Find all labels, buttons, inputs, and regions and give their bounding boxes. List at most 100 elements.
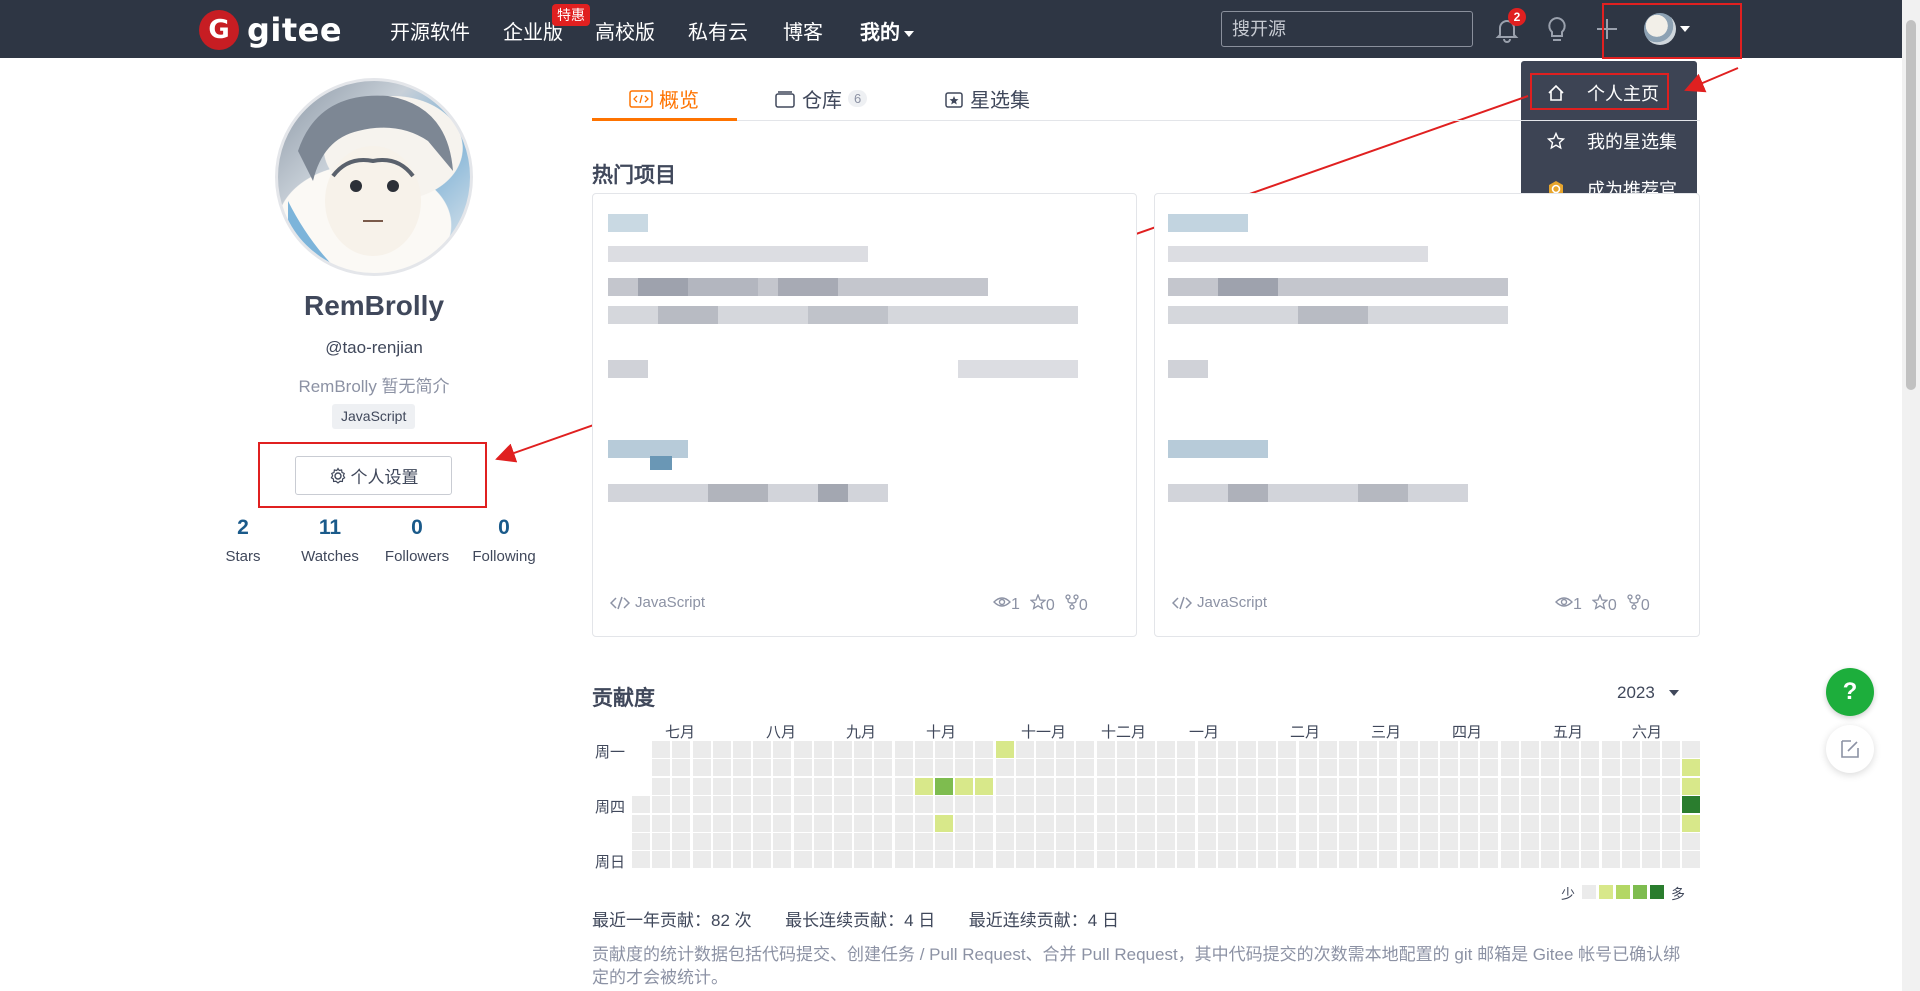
contribution-cell[interactable]	[1359, 833, 1377, 850]
contribution-cell[interactable]	[1076, 778, 1094, 795]
contribution-cell[interactable]	[1480, 759, 1498, 776]
contribution-cell[interactable]	[1581, 759, 1599, 776]
contribution-cell[interactable]	[1541, 833, 1559, 850]
contribution-cell[interactable]	[1137, 778, 1155, 795]
contribution-cell[interactable]	[1480, 741, 1498, 758]
contribution-cell[interactable]	[1198, 815, 1216, 832]
contribution-cell[interactable]	[935, 796, 953, 813]
contribution-cell[interactable]	[1541, 741, 1559, 758]
contribution-cell[interactable]	[1299, 833, 1317, 850]
contribution-cell[interactable]	[1076, 833, 1094, 850]
contribution-cell[interactable]	[1521, 741, 1539, 758]
contribution-cell[interactable]	[1602, 833, 1620, 850]
contribution-cell[interactable]	[1682, 833, 1700, 850]
contribution-cell[interactable]	[1541, 759, 1559, 776]
contribution-cell[interactable]	[1016, 815, 1034, 832]
contribution-cell[interactable]	[915, 815, 933, 832]
contribution-cell[interactable]	[1056, 741, 1074, 758]
fork-count[interactable]: 0	[1627, 594, 1650, 615]
contribution-cell[interactable]	[854, 778, 872, 795]
contribution-cell[interactable]	[854, 833, 872, 850]
contribution-cell[interactable]	[1662, 741, 1680, 758]
contribution-cell[interactable]	[1379, 796, 1397, 813]
contribution-cell[interactable]	[1177, 851, 1195, 868]
contribution-cell[interactable]	[1622, 833, 1640, 850]
contribution-cell[interactable]	[955, 796, 973, 813]
contribution-cell[interactable]	[1258, 851, 1276, 868]
contribution-cell[interactable]	[874, 741, 892, 758]
contribution-cell[interactable]	[1137, 851, 1155, 868]
contribution-cell[interactable]	[1400, 815, 1418, 832]
contribution-cell[interactable]	[1682, 851, 1700, 868]
contribution-cell[interactable]	[1420, 851, 1438, 868]
contribution-cell[interactable]	[1177, 796, 1195, 813]
contribution-cell[interactable]	[1339, 833, 1357, 850]
contribution-cell[interactable]	[895, 759, 913, 776]
contribution-cell[interactable]	[1056, 778, 1074, 795]
contribution-cell[interactable]	[1218, 778, 1236, 795]
contribution-cell[interactable]	[1177, 778, 1195, 795]
contribution-cell[interactable]	[996, 759, 1014, 776]
contribution-cell[interactable]	[1561, 796, 1579, 813]
contribution-cell[interactable]	[773, 759, 791, 776]
contribution-cell[interactable]	[672, 759, 690, 776]
contribution-cell[interactable]	[1117, 851, 1135, 868]
contribution-cell[interactable]	[1379, 741, 1397, 758]
contribution-cell[interactable]	[672, 833, 690, 850]
contribution-cell[interactable]	[672, 741, 690, 758]
contribution-cell[interactable]	[1642, 815, 1660, 832]
contribution-cell[interactable]	[1561, 815, 1579, 832]
contribution-cell[interactable]	[1097, 759, 1115, 776]
contribution-cell[interactable]	[1319, 796, 1337, 813]
contribution-cell[interactable]	[1420, 741, 1438, 758]
contribution-cell[interactable]	[996, 741, 1014, 758]
contribution-cell[interactable]	[1157, 778, 1175, 795]
contribution-cell[interactable]	[935, 815, 953, 832]
contribution-cell[interactable]	[1299, 815, 1317, 832]
contribution-cell[interactable]	[632, 796, 650, 813]
stat-watches[interactable]: 11 Watches	[285, 516, 375, 565]
contribution-cell[interactable]	[1420, 833, 1438, 850]
contribution-cell[interactable]	[834, 851, 852, 868]
contribution-cell[interactable]	[1602, 759, 1620, 776]
contribution-cell[interactable]	[652, 759, 670, 776]
contribution-cell[interactable]	[1198, 741, 1216, 758]
contribution-cell[interactable]	[814, 778, 832, 795]
contribution-cell[interactable]	[1016, 778, 1034, 795]
contribution-cell[interactable]	[1662, 796, 1680, 813]
contribution-cell[interactable]	[1480, 778, 1498, 795]
lightbulb-icon[interactable]	[1542, 14, 1572, 44]
contribution-cell[interactable]	[1016, 833, 1034, 850]
contribution-cell[interactable]	[753, 759, 771, 776]
fork-count[interactable]: 0	[1065, 594, 1088, 615]
contribution-cell[interactable]	[753, 778, 771, 795]
contribution-cell[interactable]	[1097, 815, 1115, 832]
contribution-cell[interactable]	[733, 796, 751, 813]
contribution-cell[interactable]	[1016, 796, 1034, 813]
contribution-cell[interactable]	[1238, 759, 1256, 776]
contribution-cell[interactable]	[773, 833, 791, 850]
contribution-cell[interactable]	[1561, 833, 1579, 850]
contribution-cell[interactable]	[1258, 815, 1276, 832]
contribution-cell[interactable]	[895, 833, 913, 850]
contribution-cell[interactable]	[1198, 759, 1216, 776]
contribution-cell[interactable]	[1238, 851, 1256, 868]
contribution-cell[interactable]	[1198, 851, 1216, 868]
contribution-cell[interactable]	[1137, 759, 1155, 776]
contribution-cell[interactable]	[1581, 741, 1599, 758]
contribution-cell[interactable]	[975, 796, 993, 813]
contribution-cell[interactable]	[1137, 741, 1155, 758]
contribution-cell[interactable]	[895, 851, 913, 868]
contribution-cell[interactable]	[1581, 796, 1599, 813]
contribution-cell[interactable]	[814, 741, 832, 758]
contribution-cell[interactable]	[1400, 851, 1418, 868]
contribution-cell[interactable]	[874, 759, 892, 776]
contribution-cell[interactable]	[1642, 759, 1660, 776]
contribution-cell[interactable]	[915, 851, 933, 868]
stat-following[interactable]: 0 Following	[459, 516, 549, 565]
contribution-cell[interactable]	[874, 833, 892, 850]
contribution-cell[interactable]	[713, 833, 731, 850]
contribution-cell[interactable]	[652, 815, 670, 832]
contribution-cell[interactable]	[1642, 833, 1660, 850]
contribution-cell[interactable]	[1460, 778, 1478, 795]
